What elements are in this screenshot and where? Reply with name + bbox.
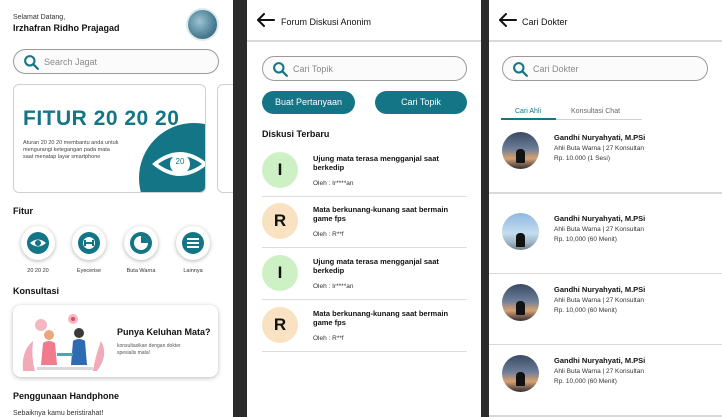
user-initial-badge: I (262, 152, 298, 188)
create-question-button[interactable]: Buat Pertanyaan (262, 91, 355, 114)
discussion-title: Mata berkunang-kunang saat bermain game … (313, 309, 449, 327)
next-banner[interactable] (217, 84, 233, 193)
discussion-item[interactable]: R Mata berkunang-kunang saat bermain gam… (262, 302, 467, 352)
penggunaan-heading: Penggunaan Handphone (13, 391, 120, 401)
color-disk-icon (130, 232, 152, 254)
doctor-photo (502, 355, 539, 392)
section-title: Diskusi Terbaru (262, 129, 330, 139)
discussion-author: Oleh : Ir****an (313, 283, 354, 290)
doctor-specialty: Ahli Buta Warna | 27 Konsultan (554, 226, 644, 233)
search-placeholder: Cari Dokter (533, 64, 579, 74)
fitur-label: Eyecerise (76, 268, 102, 274)
doctor-header: Cari Dokter (489, 0, 722, 42)
forum-header: Forum Diskusi Anonim (247, 0, 481, 42)
banner-number: 20 (175, 157, 185, 166)
discussion-title: Ujung mata terasa mengganjal saat berked… (313, 154, 439, 172)
konsultasi-heading: Konsultasi (13, 286, 60, 296)
doctor-specialty: Ahli Buta Warna | 27 Konsultan (554, 145, 644, 152)
tab-cari-ahli[interactable]: Cari Ahli (515, 108, 541, 115)
doctor-photo (502, 132, 539, 169)
fitur-eyecerise-button[interactable] (72, 226, 106, 260)
user-avatar[interactable] (186, 8, 219, 41)
active-tab-indicator (501, 118, 556, 120)
doctor-price: Rp. 10,000 (60 Menit) (554, 307, 617, 314)
forum-search-input[interactable]: Cari Topik (262, 56, 467, 81)
home-screen: Selamat Datang, Irzhafran Ridho Prajagad… (0, 0, 233, 417)
doctor-search-input[interactable]: Cari Dokter (502, 56, 708, 81)
search-icon (513, 62, 528, 77)
doctor-price: Rp. 10,000 (60 Menit) (554, 378, 617, 385)
dumbbell-icon (78, 232, 100, 254)
discussion-item[interactable]: I Ujung mata terasa mengganjal saat berk… (262, 250, 467, 300)
doctor-card[interactable]: Gandhi Nuryahyati, M.PSi Ahli Buta Warna… (489, 122, 722, 194)
fitur-label: Buta Warna (126, 268, 156, 274)
doctor-name: Gandhi Nuryahyati, M.PSi (554, 285, 646, 294)
doctor-name: Gandhi Nuryahyati, M.PSi (554, 133, 646, 142)
fitur-buta-warna-button[interactable] (124, 226, 158, 260)
konsultasi-card[interactable]: Punya Keluhan Mata? konsultasikan dengan… (13, 305, 218, 377)
tab-konsultasi-chat[interactable]: Konsultasi Chat (571, 108, 620, 115)
discussion-author: Oleh : Ir****an (313, 180, 354, 187)
doctor-card[interactable]: Gandhi Nuryahyati, M.PSi Ahli Buta Warna… (489, 274, 722, 346)
menu-icon (182, 232, 204, 254)
user-initial-badge: I (262, 255, 298, 291)
doctor-screen: Cari Dokter Cari Dokter Cari Ahli Konsul… (489, 0, 722, 417)
doctor-photo (502, 213, 539, 250)
doctor-price: Rp. 10,000 (60 Menit) (554, 236, 617, 243)
banner-title: FITUR 20 20 20 (23, 107, 180, 130)
doctor-photo (502, 284, 539, 321)
consultation-illustration (22, 314, 105, 371)
discussion-author: Oleh : R**f (313, 231, 344, 238)
fitur-heading: Fitur (13, 206, 33, 216)
fitur-lainnya-button[interactable] (176, 226, 210, 260)
doctor-specialty: Ahli Buta Warna | 27 Konsultan (554, 368, 644, 375)
fitur-label: Lainnya (183, 268, 203, 274)
feature-banner[interactable]: FITUR 20 20 20 Aturan 20 20 20 membantu … (13, 84, 206, 193)
page-title: Cari Dokter (522, 17, 568, 27)
doctor-name: Gandhi Nuryahyati, M.PSi (554, 356, 646, 365)
doctor-price: Rp. 10.000 (1 Sesi) (554, 155, 611, 162)
konsultasi-title: Punya Keluhan Mata? (117, 327, 211, 337)
search-placeholder: Cari Topik (293, 64, 333, 74)
search-topic-button[interactable]: Cari Topik (375, 91, 467, 114)
search-placeholder: Search Jagat (44, 57, 98, 67)
greeting-text: Selamat Datang, (13, 14, 66, 21)
discussion-title: Mata berkunang-kunang saat bermain game … (313, 205, 449, 223)
usage-advice-text: Sebaiknya kamu beristirahat! (13, 410, 104, 417)
konsultasi-description: konsultasikan dengan dokter spesialis ma… (117, 343, 181, 356)
back-arrow-icon[interactable] (257, 13, 275, 27)
fitur-label: 20 20 20 (27, 268, 49, 274)
forum-screen: Forum Diskusi Anonim Cari Topik Buat Per… (247, 0, 481, 417)
home-search-input[interactable]: Search Jagat (13, 49, 219, 74)
eye-20-icon (27, 232, 49, 254)
search-icon (273, 62, 288, 77)
banner-description: Aturan 20 20 20 membantu anda untuk meng… (23, 140, 119, 160)
doctor-name: Gandhi Nuryahyati, M.PSi (554, 214, 646, 223)
doctor-specialty: Ahli Buta Warna | 27 Konsultan (554, 297, 644, 304)
page-title: Forum Diskusi Anonim (281, 17, 372, 27)
user-name: Irzhafran Ridho Prajagad (13, 23, 120, 33)
fitur-20-20-20-button[interactable] (21, 226, 55, 260)
user-initial-badge: R (262, 203, 298, 239)
discussion-author: Oleh : R**f (313, 335, 344, 342)
back-arrow-icon[interactable] (499, 13, 517, 27)
search-icon (24, 55, 39, 70)
doctor-card[interactable]: Gandhi Nuryahyati, M.PSi Ahli Buta Warna… (489, 345, 722, 417)
discussion-item[interactable]: I Ujung mata terasa mengganjal saat berk… (262, 147, 467, 197)
discussion-item[interactable]: R Mata berkunang-kunang saat bermain gam… (262, 198, 467, 248)
discussion-title: Ujung mata terasa mengganjal saat berked… (313, 257, 439, 275)
user-initial-badge: R (262, 307, 298, 343)
doctor-card[interactable]: Gandhi Nuryahyati, M.PSi Ahli Buta Warna… (489, 203, 722, 275)
